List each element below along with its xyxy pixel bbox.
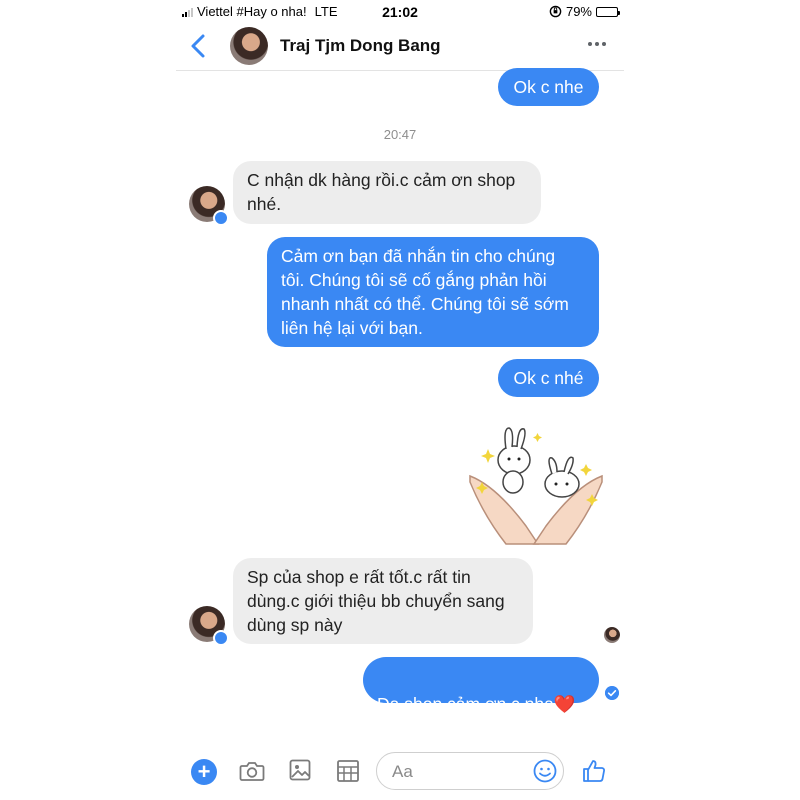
status-bar: Viettel #Hay o nha! LTE 21:02 79% xyxy=(176,0,624,24)
message-list[interactable]: Ok c nhe 20:47 C nhận dk hàng rồi.c cảm … xyxy=(176,68,624,741)
outgoing-message[interactable]: Ok c nhe xyxy=(498,68,599,106)
emoji-icon[interactable] xyxy=(533,759,557,783)
more-icon[interactable] xyxy=(584,34,610,54)
chat-header: Traj Tjm Dong Bang xyxy=(176,24,624,71)
status-right: 79% xyxy=(549,4,620,19)
like-icon[interactable] xyxy=(581,758,607,784)
messenger-badge-icon xyxy=(213,630,229,646)
orientation-lock-icon xyxy=(549,5,562,18)
sent-check-icon xyxy=(605,686,619,700)
message-timestamp: 20:47 xyxy=(383,127,417,142)
outgoing-message[interactable]: Dạ shop cảm ơn c nha❤️ xyxy=(363,657,599,714)
bunny-sticker[interactable] xyxy=(466,416,606,546)
plus-icon[interactable]: + xyxy=(191,759,217,785)
contact-avatar[interactable] xyxy=(230,27,268,65)
composer-bar: + Aa xyxy=(176,741,624,800)
sticker-grid-icon[interactable] xyxy=(336,759,360,783)
camera-icon[interactable] xyxy=(239,760,265,782)
contact-name[interactable]: Traj Tjm Dong Bang xyxy=(280,36,441,56)
chevron-left-icon[interactable] xyxy=(186,32,212,60)
message-input[interactable]: Aa xyxy=(376,752,564,790)
seen-avatar xyxy=(604,627,620,643)
incoming-message[interactable]: C nhận dk hàng rồi.c cảm ơn shop nhé. xyxy=(233,161,541,224)
message-input-placeholder: Aa xyxy=(392,762,413,781)
incoming-message[interactable]: Sp của shop e rất tốt.c rất tin dùng.c g… xyxy=(233,558,533,644)
battery-percent: 79% xyxy=(565,4,592,19)
messenger-screen: Viettel #Hay o nha! LTE 21:02 79% Traj T… xyxy=(176,0,624,800)
heart-icon: ❤️ xyxy=(553,694,576,714)
battery-icon xyxy=(596,6,620,17)
image-icon[interactable] xyxy=(289,759,311,781)
outgoing-message[interactable]: Ok c nhé xyxy=(498,359,599,397)
outgoing-message[interactable]: Cảm ơn bạn đã nhắn tin cho chúng tôi. Ch… xyxy=(267,237,599,347)
message-text: Dạ shop cảm ơn c nha xyxy=(377,694,554,714)
messenger-badge-icon xyxy=(213,210,229,226)
